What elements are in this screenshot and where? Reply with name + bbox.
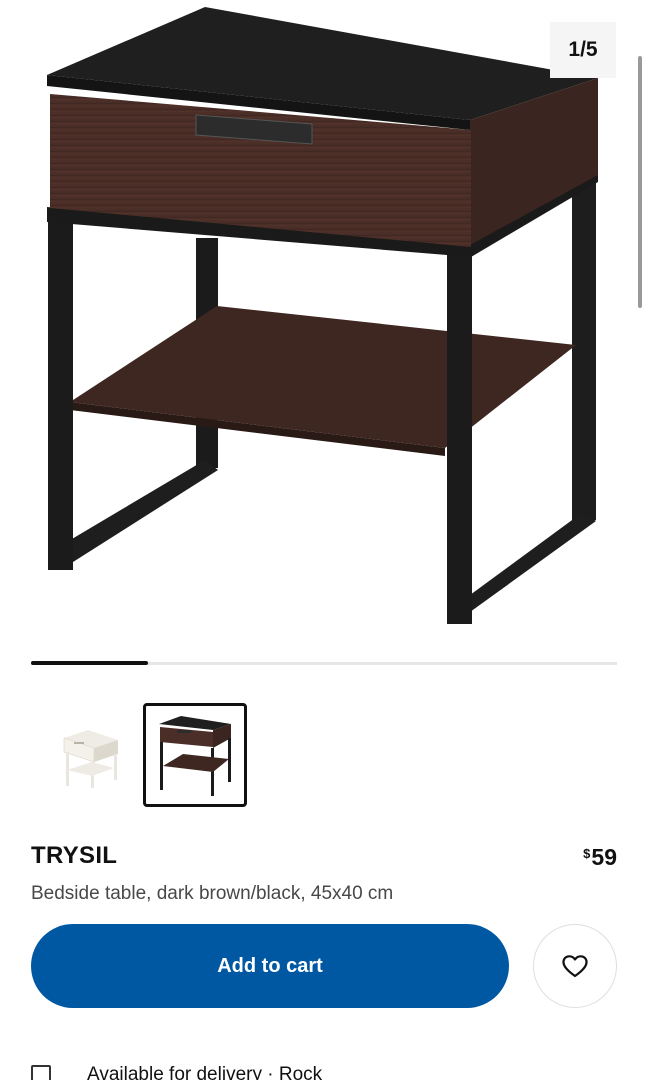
heart-icon <box>562 955 588 978</box>
image-counter: 1/5 <box>550 22 616 78</box>
favorite-button[interactable] <box>533 924 617 1008</box>
gallery-progress-track <box>31 661 617 665</box>
product-image-gallery[interactable]: 1/5 <box>0 0 648 640</box>
checkbox-icon <box>31 1065 51 1080</box>
add-to-cart-button[interactable]: Add to cart <box>31 924 509 1008</box>
product-description: Bedside table, dark brown/black, 45x40 c… <box>31 883 394 904</box>
delivery-availability: Available for delivery · Rock <box>31 1064 322 1080</box>
product-main-image <box>47 7 598 624</box>
price-amount: 59 <box>591 844 617 870</box>
price-currency: $ <box>583 846 591 861</box>
page-scrollbar[interactable] <box>638 56 642 308</box>
product-price: $ 59 <box>583 844 617 871</box>
thumbnail-dark-brown-black-variant-image <box>159 716 231 796</box>
product-name: TRYSIL <box>31 842 118 869</box>
thumbnail-white-variant[interactable] <box>38 703 142 807</box>
delivery-text: Available for delivery · Rock <box>87 1064 323 1080</box>
product-page: 1/5 TRYSIL $ 59 Bedside table, dark brow… <box>0 0 648 1080</box>
gallery-progress-fill <box>31 661 149 665</box>
thumbnail-dark-brown-black-variant[interactable] <box>143 703 247 807</box>
thumbnail-white-variant-image <box>63 730 118 788</box>
